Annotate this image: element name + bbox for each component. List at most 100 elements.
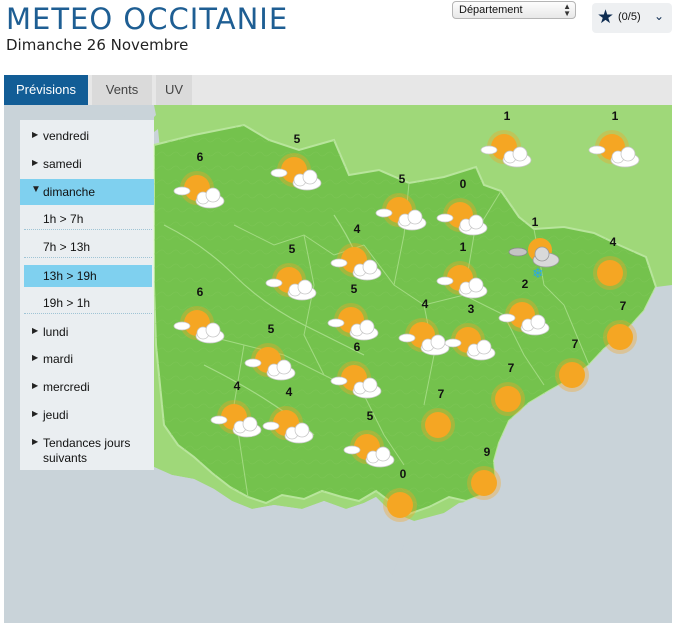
weather-value: 3 (467, 302, 475, 316)
weather-value: 1 (459, 240, 467, 254)
tab-previsions[interactable]: Prévisions (4, 75, 88, 105)
department-select-value: Département (459, 4, 523, 16)
sun-cloud-icon (436, 188, 490, 247)
weather-marker[interactable]: 7 (596, 299, 650, 356)
weather-marker[interactable]: 6 (173, 285, 227, 344)
sun-cloud-icon (270, 143, 324, 202)
favorites-count: (0/5) (618, 11, 641, 23)
weather-marker[interactable]: 4 (586, 235, 640, 292)
sun-cloud-icon (210, 390, 264, 449)
weather-value: 4 (285, 385, 293, 399)
weather-marker[interactable]: 3 (444, 302, 498, 361)
weather-value: 0 (399, 467, 407, 481)
weather-marker[interactable]: 5 (375, 172, 429, 231)
weather-marker[interactable]: 4 (210, 379, 264, 438)
sun-icon (548, 348, 602, 407)
time-slot-13h-19h[interactable]: 13h > 19h (24, 265, 152, 287)
department-select[interactable]: Département ▲ ▼ (452, 1, 576, 19)
sun-cloud-icon (262, 396, 316, 455)
weather-value: 5 (288, 242, 296, 256)
weather-marker[interactable]: ❄ 1 (508, 215, 562, 282)
weather-marker[interactable]: 7 (484, 361, 538, 418)
weather-value: 4 (233, 379, 241, 393)
weather-value: 6 (196, 285, 204, 299)
weather-marker[interactable]: 5 (327, 282, 381, 341)
sidebar-day-dimanche[interactable]: ▼ dimanche (20, 179, 154, 205)
weather-marker[interactable]: 7 (548, 337, 602, 394)
sidebar-day-jeudi[interactable]: ▶ jeudi (20, 402, 154, 428)
weather-value: 2 (521, 277, 529, 291)
weather-value: 5 (366, 409, 374, 423)
weather-value: 7 (437, 387, 445, 401)
weather-marker[interactable]: 5 (265, 242, 319, 301)
select-arrows-icon: ▲ ▼ (563, 2, 571, 18)
weather-marker[interactable]: 6 (330, 340, 384, 399)
sun-cloud-icon (588, 120, 642, 179)
triangle-right-icon: ▶ (32, 130, 39, 139)
tab-uv[interactable]: UV (156, 75, 192, 105)
sun-cloud-icon (265, 253, 319, 312)
weather-marker[interactable]: 1 (480, 109, 534, 168)
sun-cloud-icon (173, 296, 227, 355)
weather-value: 1 (503, 109, 511, 123)
triangle-right-icon: ▶ (32, 158, 39, 167)
weather-value: 7 (571, 337, 579, 351)
star-icon: ★ (597, 7, 615, 28)
sun-cloud-icon (330, 351, 384, 410)
time-slot-7h-13h[interactable]: 7h > 13h (24, 236, 152, 258)
weather-marker[interactable]: 7 (414, 387, 468, 444)
favorites-button[interactable]: ★ (0/5) ⌄ (592, 3, 672, 33)
weather-value: 6 (353, 340, 361, 354)
weather-marker[interactable]: 9 (460, 445, 514, 502)
weather-value: 4 (609, 235, 617, 249)
sidebar-day-lundi[interactable]: ▶ lundi (20, 319, 154, 345)
weather-value: 5 (398, 172, 406, 186)
triangle-right-icon: ▶ (32, 326, 39, 335)
tab-vents[interactable]: Vents (92, 75, 152, 105)
sidebar-day-mardi[interactable]: ▶ mardi (20, 346, 154, 372)
time-slot-19h-1h[interactable]: 19h > 1h (24, 292, 152, 314)
triangle-right-icon: ▶ (32, 409, 39, 418)
sidebar-day-vendredi[interactable]: ▶ vendredi (20, 123, 154, 149)
weather-value: 5 (350, 282, 358, 296)
sun-cloud-icon (480, 120, 534, 179)
sidebar-day-mercredi[interactable]: ▶ mercredi (20, 374, 154, 400)
weather-marker[interactable]: 4 (330, 222, 384, 281)
weather-value: 7 (619, 299, 627, 313)
weather-value: 9 (483, 445, 491, 459)
weather-marker[interactable]: 2 (498, 277, 552, 336)
sun-icon (376, 478, 430, 537)
weather-value: 5 (293, 132, 301, 146)
weather-value: 4 (353, 222, 361, 236)
triangle-right-icon: ▶ (32, 381, 39, 390)
weather-marker[interactable]: 1 (588, 109, 642, 168)
tab-bar: Prévisions Vents UV (4, 75, 672, 105)
weather-marker[interactable]: 5 (343, 409, 397, 468)
sidebar-trends[interactable]: ▶ Tendances jours suivants (20, 430, 154, 466)
forecast-sidebar: ▶ vendredi ▶ samedi ▼ dimanche 1h > 7h 7… (20, 120, 154, 470)
sun-icon (484, 372, 538, 431)
weather-marker[interactable]: 0 (436, 177, 490, 236)
page-title: METEO OCCITANIE (6, 2, 289, 36)
triangle-down-icon: ▼ (31, 184, 41, 195)
chevron-down-icon: ⌄ (654, 9, 665, 23)
sidebar-day-samedi[interactable]: ▶ samedi (20, 151, 154, 177)
weather-marker[interactable]: 1 (436, 240, 490, 299)
weather-value: 6 (196, 150, 204, 164)
sun-icon (596, 310, 650, 369)
weather-marker[interactable]: 5 (244, 322, 298, 381)
weather-marker[interactable]: 5 (270, 132, 324, 191)
weather-marker[interactable]: 4 (262, 385, 316, 444)
weather-value: 7 (507, 361, 515, 375)
weather-value: 0 (459, 177, 467, 191)
forecast-date: Dimanche 26 Novembre (6, 36, 189, 54)
weather-marker[interactable]: 0 (376, 467, 430, 524)
weather-value: 5 (267, 322, 275, 336)
weather-value: 1 (531, 215, 539, 229)
weather-marker[interactable]: 6 (173, 150, 227, 209)
time-slot-1h-7h[interactable]: 1h > 7h (24, 208, 152, 230)
weather-value: 1 (611, 109, 619, 123)
sun-cloud-icon (498, 288, 552, 347)
triangle-right-icon: ▶ (32, 353, 39, 362)
sun-icon (460, 456, 514, 515)
